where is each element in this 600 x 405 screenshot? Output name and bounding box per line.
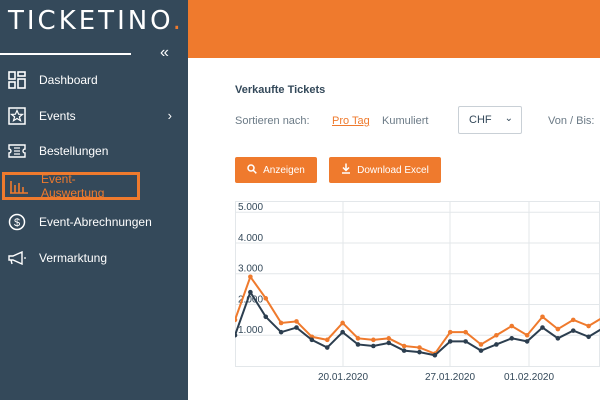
- sidebar-item-label: Event-Abrechnungen: [39, 215, 152, 229]
- x-tick-label: 20.01.2020: [318, 372, 368, 383]
- x-tick-label: 01.02.2020: [504, 372, 554, 383]
- sort-pro-tag-link[interactable]: Pro Tag: [332, 115, 370, 127]
- x-tick-label: 27.01.2020: [425, 372, 475, 383]
- y-tick-label: 5.000: [238, 202, 263, 213]
- data-point: [232, 332, 238, 338]
- logo-divider: [0, 53, 131, 55]
- data-point: [540, 325, 545, 330]
- data-point: [417, 349, 422, 355]
- dashboard-icon: [7, 70, 27, 90]
- top-bar: [188, 0, 600, 58]
- download-icon: [341, 163, 351, 177]
- data-point: [371, 337, 376, 343]
- data-point: [386, 336, 392, 341]
- data-point: [386, 340, 392, 346]
- data-point: [355, 342, 361, 347]
- data-point: [463, 339, 468, 344]
- data-point: [324, 337, 330, 343]
- sidebar-item-label: Vermarktung: [39, 251, 108, 265]
- data-point: [555, 336, 561, 341]
- data-point: [524, 339, 530, 344]
- data-point: [294, 325, 299, 330]
- svg-text:$: $: [14, 217, 20, 229]
- y-tick-label: 4.000: [238, 233, 263, 244]
- data-point: [294, 319, 299, 324]
- sidebar-item-label: Event-Auswertung: [41, 172, 105, 200]
- data-point: [355, 336, 361, 341]
- y-tick-label: 3.000: [238, 264, 263, 275]
- date-range-label: Von / Bis:: [548, 115, 595, 127]
- data-point: [463, 329, 468, 335]
- sidebar-item-event-abrechnungen[interactable]: $ Event-Abrechnungen: [0, 207, 188, 237]
- data-point: [324, 345, 330, 350]
- data-point: [278, 329, 284, 335]
- section-title: Verkaufte Tickets: [235, 84, 326, 96]
- data-point: [478, 342, 484, 347]
- data-point: [401, 348, 407, 353]
- ticket-icon: [7, 141, 27, 161]
- data-point: [340, 329, 345, 335]
- chevron-right-icon: ›: [167, 108, 172, 123]
- sidebar-item-vermarktung[interactable]: Vermarktung: [0, 243, 188, 273]
- show-button-label: Anzeigen: [263, 164, 305, 176]
- data-point: [263, 296, 269, 301]
- data-point: [309, 337, 315, 343]
- series-line: [234, 274, 600, 355]
- chart-frame: [235, 201, 600, 367]
- sidebar-item-event-auswertung[interactable]: Event-Auswertung: [2, 172, 140, 200]
- data-point: [478, 348, 484, 353]
- data-point: [447, 329, 453, 335]
- chart-svg: 5.0004.0003.0002.0001.00020.01.2020 27.01…: [232, 201, 600, 383]
- download-excel-button[interactable]: Download Excel: [329, 157, 441, 183]
- main-content: Verkaufte Tickets Sortieren nach: Pro Ta…: [188, 58, 600, 400]
- data-point: [248, 289, 253, 295]
- data-point: [570, 317, 576, 323]
- bar-chart-icon: [9, 176, 29, 196]
- tickets-chart: 5.000 4.000 3.000 2.000 1.000 20.01.2020 27.01…: [232, 201, 600, 400]
- data-point: [570, 328, 576, 333]
- data-point: [509, 323, 515, 329]
- sidebar-item-label: Events: [39, 109, 76, 123]
- data-point: [401, 343, 407, 349]
- data-point: [417, 345, 422, 350]
- data-point: [232, 317, 238, 323]
- sort-label: Sortieren nach:: [235, 115, 310, 127]
- data-point: [586, 323, 591, 329]
- currency-value: CHF: [469, 114, 492, 126]
- sidebar-item-bestellungen[interactable]: Bestellungen: [0, 136, 188, 166]
- data-point: [540, 314, 545, 320]
- search-icon: [247, 163, 257, 177]
- data-point: [494, 332, 499, 338]
- data-point: [555, 326, 561, 332]
- chevron-down-icon: ⌄: [504, 113, 513, 124]
- logo[interactable]: TICKETINO.: [8, 6, 184, 36]
- sort-kumuliert-link[interactable]: Kumuliert: [382, 115, 428, 127]
- sidebar-item-label: Dashboard: [39, 73, 98, 87]
- sidebar-item-events[interactable]: Events ›: [0, 101, 188, 131]
- data-point: [509, 336, 515, 341]
- series-line: [234, 289, 600, 357]
- dollar-icon: $: [7, 212, 27, 232]
- data-point: [447, 339, 453, 344]
- data-point: [278, 320, 284, 326]
- star-icon: [7, 106, 27, 126]
- show-button[interactable]: Anzeigen: [235, 157, 317, 183]
- currency-select[interactable]: CHF ⌄: [458, 106, 522, 134]
- sidebar-item-label: Bestellungen: [39, 144, 109, 158]
- megaphone-icon: [7, 248, 27, 268]
- data-point: [263, 314, 269, 320]
- y-tick-label: 1.000: [238, 325, 263, 336]
- download-button-label: Download Excel: [357, 164, 429, 176]
- data-point: [340, 320, 345, 326]
- double-chevron-left-icon[interactable]: «: [160, 44, 169, 62]
- data-point: [524, 332, 530, 338]
- data-point: [494, 342, 499, 347]
- sidebar: TICKETINO. « Dashboard Events › Bestellu…: [0, 0, 188, 400]
- data-point: [432, 352, 438, 358]
- data-point: [371, 343, 376, 349]
- data-point: [586, 334, 591, 340]
- data-point: [248, 274, 253, 280]
- sidebar-item-dashboard[interactable]: Dashboard: [0, 65, 188, 95]
